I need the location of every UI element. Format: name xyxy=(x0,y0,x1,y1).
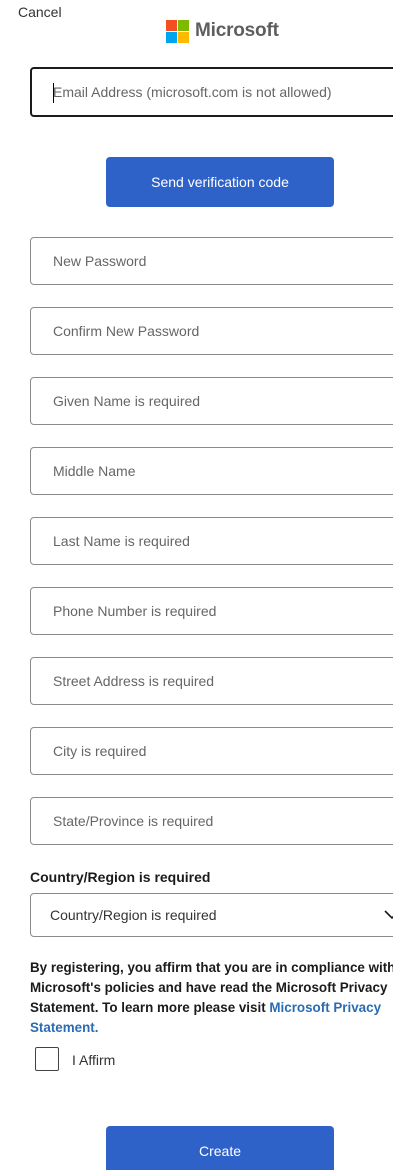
email-input[interactable] xyxy=(32,69,393,115)
confirm-password-field[interactable] xyxy=(30,307,393,355)
signup-page: Cancel Microsoft Send verification code xyxy=(0,0,393,1170)
chevron-down-icon xyxy=(384,910,393,920)
last-name-input[interactable] xyxy=(31,518,393,564)
given-name-input[interactable] xyxy=(31,378,393,424)
consent-text: By registering, you affirm that you are … xyxy=(30,958,393,1038)
middle-name-field[interactable] xyxy=(30,447,393,495)
state-province-field[interactable] xyxy=(30,797,393,845)
new-password-input[interactable] xyxy=(31,238,393,284)
middle-name-input[interactable] xyxy=(31,448,393,494)
city-field[interactable] xyxy=(30,727,393,775)
confirm-password-input[interactable] xyxy=(31,308,393,354)
street-address-field[interactable] xyxy=(30,657,393,705)
phone-number-input[interactable] xyxy=(31,588,393,634)
last-name-field[interactable] xyxy=(30,517,393,565)
affirm-label: I Affirm xyxy=(72,1052,116,1068)
country-region-select[interactable]: Country/Region is required xyxy=(30,893,393,937)
given-name-field[interactable] xyxy=(30,377,393,425)
text-caret xyxy=(53,83,54,103)
microsoft-logo: Microsoft xyxy=(166,19,279,43)
street-address-input[interactable] xyxy=(31,658,393,704)
microsoft-logo-icon xyxy=(166,19,189,43)
logo-text: Microsoft xyxy=(195,20,279,41)
country-region-label: Country/Region is required xyxy=(30,869,211,885)
cancel-link[interactable]: Cancel xyxy=(18,4,62,20)
state-province-input[interactable] xyxy=(31,798,393,844)
send-verification-code-button[interactable]: Send verification code xyxy=(106,157,334,207)
city-input[interactable] xyxy=(31,728,393,774)
country-region-selected-value: Country/Region is required xyxy=(50,907,217,923)
new-password-field[interactable] xyxy=(30,237,393,285)
affirm-checkbox[interactable] xyxy=(35,1047,59,1071)
create-button[interactable]: Create xyxy=(106,1126,334,1170)
phone-number-field[interactable] xyxy=(30,587,393,635)
email-field[interactable] xyxy=(30,67,393,117)
